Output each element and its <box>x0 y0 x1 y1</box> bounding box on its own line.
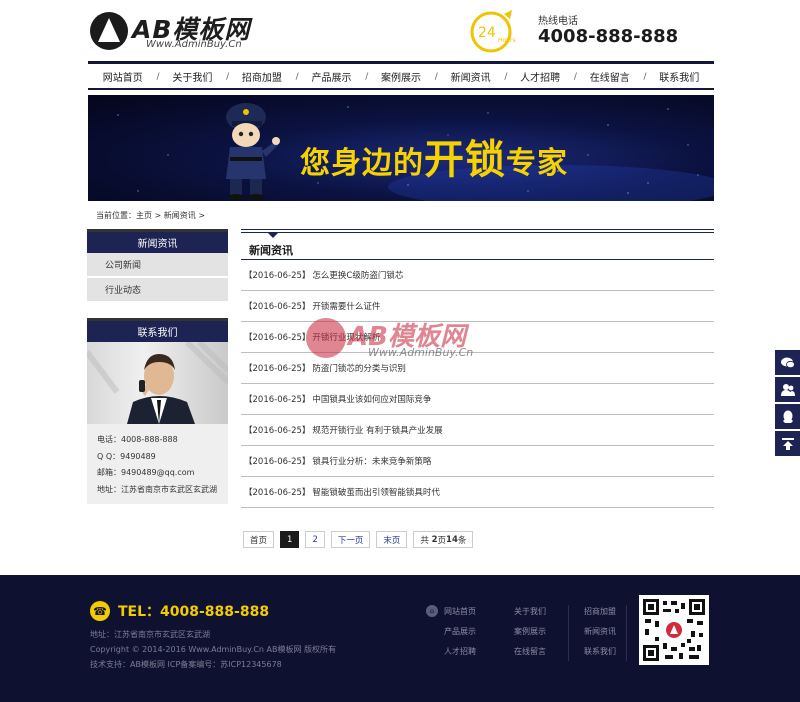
footer-link-jobs[interactable]: 人才招聘 <box>444 646 476 657</box>
news-item[interactable]: 【2016-06-25】 开锁需要什么证件 <box>241 291 714 322</box>
footer-address: 地址：江苏省南京市玄武区玄武湖 <box>90 630 210 639</box>
footer-link-home[interactable]: 网站首页 <box>444 606 476 617</box>
nav-item-home[interactable]: 网站首页 / <box>88 64 160 88</box>
nav-item-jobs[interactable]: 人才招聘 / <box>505 64 577 88</box>
news-list-panel: 新闻资讯 【2016-06-25】 怎么更换C级防盗门锁芯 【2016-06-25… <box>241 229 714 508</box>
breadcrumb: 当前位置：主页 > 新闻资讯 > <box>96 211 206 220</box>
page-2-button[interactable]: 2 <box>305 531 325 548</box>
footer-info: 地址：江苏省南京市玄武区玄武湖 Copyright © 2014-2016 Ww… <box>90 627 336 672</box>
footer-link-products[interactable]: 产品展示 <box>444 626 476 637</box>
news-item[interactable]: 【2016-06-25】 智能锁破茧而出引领智能锁具时代 <box>241 477 714 508</box>
nav-item-contact[interactable]: 联系我们 <box>645 64 715 88</box>
page-1-button[interactable]: 1 <box>280 531 300 548</box>
footer-divider <box>568 605 569 661</box>
footer-support: 技术支持：AB模板网 ICP备案编号：苏ICP12345678 <box>90 660 282 669</box>
svg-text:24: 24 <box>478 25 496 41</box>
contact-phone: 电话：4008-888-888 <box>97 435 178 444</box>
news-item[interactable]: 【2016-06-25】 中国锁具业该如何应对国际竞争 <box>241 384 714 415</box>
nav-item-message[interactable]: 在线留言 / <box>575 64 647 88</box>
svg-text:Hours: Hours <box>498 37 516 44</box>
sidebar-news: 新闻资讯 公司新闻 行业动态 <box>87 229 228 303</box>
footer-link-about[interactable]: 关于我们 <box>514 606 546 617</box>
footer-links: ⌂ 网站首页 关于我们 招商加盟 产品展示 案例展示 新闻资讯 人才招聘 在线留… <box>426 604 626 660</box>
footer-tel: ☎ TEL：4008-888-888 <box>90 601 269 621</box>
clock-24h-icon: 24 Hours <box>470 10 516 53</box>
footer-tel-number: TEL：4008-888-888 <box>118 604 270 620</box>
contact-info: 电话：4008-888-888 Q Q：9490489 邮箱：9490489@q… <box>87 424 228 504</box>
qr-code <box>639 595 709 665</box>
footer-link-join[interactable]: 招商加盟 <box>584 606 616 617</box>
nav-item-news[interactable]: 新闻资讯 / <box>436 64 508 88</box>
logo-mark-icon <box>90 12 128 50</box>
contact-qq: Q Q：9490489 <box>97 451 156 461</box>
contact-address: 地址：江苏省南京市玄武区玄武湖 <box>97 484 217 494</box>
footer-divider <box>626 605 627 661</box>
nav-item-join[interactable]: 招商加盟 / <box>227 64 299 88</box>
sidebar-item-company-news[interactable]: 公司新闻 <box>87 253 228 278</box>
footer-copyright: Copyright © 2014-2016 Www.AdminBuy.Cn AB… <box>90 645 337 654</box>
footer-link-contact[interactable]: 联系我们 <box>584 646 616 657</box>
floating-toolbar <box>775 350 800 458</box>
news-item[interactable]: 【2016-06-25】 防盗门锁芯的分类与识别 <box>241 353 714 384</box>
hotline-label: 热线电话 <box>538 16 578 27</box>
main-nav: 网站首页 / 关于我们 / 招商加盟 / 产品展示 / 案例展示 / 新闻资讯 / 人才招聘… <box>88 61 714 90</box>
contact-photo <box>87 342 228 424</box>
contact-email: 邮箱：9490489@qq.com <box>97 468 195 477</box>
news-list-header: 新闻资讯 <box>241 229 714 260</box>
wechat-icon[interactable] <box>775 350 800 375</box>
banner-slogan: 您身边的开锁专家 <box>300 137 568 183</box>
police-mascot-icon <box>226 103 280 200</box>
site-logo[interactable]: AB模板网 Www.AdminBuy.Cn <box>90 10 280 54</box>
news-item[interactable]: 【2016-06-25】 规范开锁行业 有利于锁具产业发展 <box>241 415 714 446</box>
hotline-block: 24 Hours 热线电话 4008-888-888 <box>464 6 714 56</box>
footer-link-cases[interactable]: 案例展示 <box>514 626 546 637</box>
hero-banner: 您身边的开锁专家 <box>88 95 714 201</box>
nav-item-cases[interactable]: 案例展示 / <box>366 64 438 88</box>
news-list-title: 新闻资讯 <box>249 244 293 257</box>
footer-link-message[interactable]: 在线留言 <box>514 646 546 657</box>
nav-item-about[interactable]: 关于我们 / <box>158 64 229 88</box>
qq-icon[interactable] <box>775 404 800 429</box>
page-first-button[interactable]: 首页 <box>243 531 275 548</box>
users-icon[interactable] <box>775 377 800 402</box>
news-item[interactable]: 【2016-06-25】 怎么更换C级防盗门锁芯 <box>241 260 714 291</box>
businessman-image <box>87 342 228 424</box>
news-item[interactable]: 【2016-06-25】 开锁行业现状解析 <box>241 322 714 353</box>
back-to-top-icon[interactable] <box>775 431 800 456</box>
sidebar-contact: 联系我们 电话：4008-888-888 Q Q：9490489 邮箱：9490… <box>87 318 228 504</box>
page-next-button[interactable]: 下一页 <box>330 531 371 548</box>
news-item[interactable]: 【2016-06-25】 锁具行业分析：未来竞争新策略 <box>241 446 714 477</box>
sidebar-contact-title: 联系我们 <box>87 318 228 342</box>
nav-item-products[interactable]: 产品展示 / <box>297 64 368 88</box>
page-total-info: 共 2 页 14 条 <box>413 531 474 548</box>
sidebar-item-industry-news[interactable]: 行业动态 <box>87 278 228 303</box>
logo-subtitle: Www.AdminBuy.Cn <box>146 39 242 50</box>
phone-icon: ☎ <box>90 601 110 621</box>
pagination: 首页 1 2 下一页 末页 共 2 页 14 条 <box>243 531 474 548</box>
home-icon: ⌂ <box>426 605 438 617</box>
hotline-number: 4008-888-888 <box>538 26 679 47</box>
site-header: AB模板网 Www.AdminBuy.Cn 24 Hours 热线电话 4008… <box>88 0 714 60</box>
sidebar-news-title: 新闻资讯 <box>87 229 228 253</box>
footer-link-news[interactable]: 新闻资讯 <box>584 626 616 637</box>
header-notch-icon <box>267 232 279 238</box>
page-last-button[interactable]: 末页 <box>376 531 408 548</box>
site-footer: ☎ TEL：4008-888-888 地址：江苏省南京市玄武区玄武湖 Copyr… <box>0 575 800 702</box>
